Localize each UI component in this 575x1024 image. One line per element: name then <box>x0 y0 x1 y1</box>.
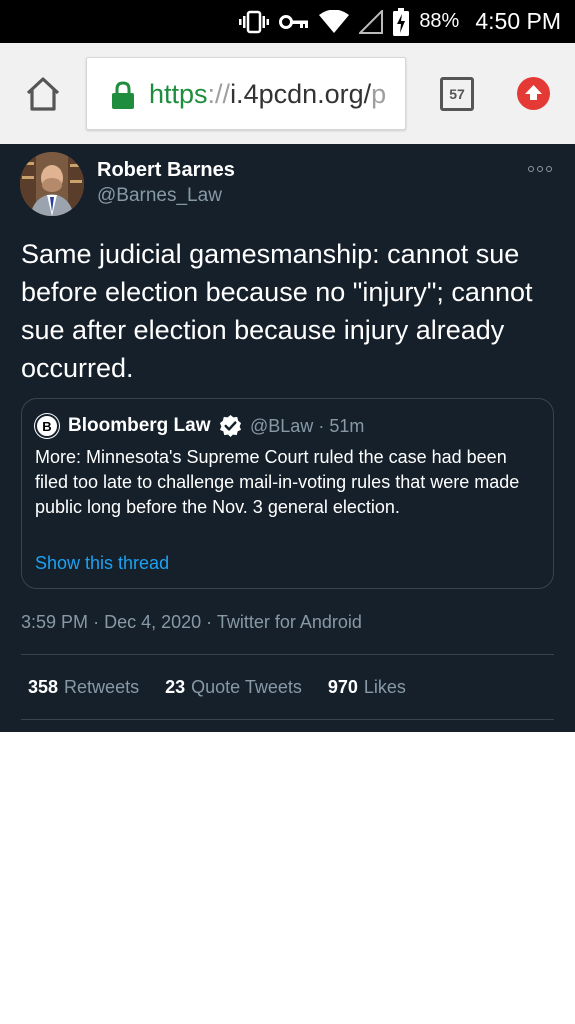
vibrate-icon <box>239 10 270 33</box>
quote-tweets-count: 23 <box>165 677 186 697</box>
status-bar: 88% 4:50 PM <box>0 0 575 43</box>
url-tail: p <box>371 79 387 109</box>
divider <box>21 719 554 720</box>
quote-handle: @BLaw <box>250 416 314 436</box>
tweet-stats: 358 Retweets 23 Quote Tweets 970 Likes <box>28 677 406 698</box>
quote-author-name: Bloomberg Law <box>68 415 211 436</box>
retweets-count: 358 <box>28 677 59 697</box>
likes-count: 970 <box>327 677 358 697</box>
quoted-tweet[interactable]: B Bloomberg Law @BLaw · 51m More: Minnes… <box>21 398 554 589</box>
meta-separator: · <box>93 612 100 632</box>
retweets-stat[interactable]: 358 Retweets <box>28 677 139 698</box>
quote-avatar: B <box>35 414 59 438</box>
avatar[interactable] <box>20 152 84 216</box>
profile-photo-icon <box>20 152 84 216</box>
update-button[interactable] <box>517 77 550 110</box>
quote-meta: @BLaw · 51m <box>250 416 364 437</box>
home-icon <box>26 77 60 111</box>
lock-icon <box>112 81 134 109</box>
author-name[interactable]: Robert Barnes <box>97 159 235 182</box>
show-thread-link[interactable]: Show this thread <box>35 553 169 574</box>
battery-percentage: 88% <box>419 10 460 32</box>
quote-dot: · <box>318 416 325 436</box>
tweet-text: Same judicial gamesmanship: cannot sue b… <box>21 239 533 383</box>
browser-toolbar: https://i.4pcdn.org/p 57 <box>0 43 575 144</box>
status-clock: 4:50 PM <box>475 8 561 34</box>
home-button[interactable] <box>24 76 62 112</box>
quote-avatar-letter: B <box>42 418 52 434</box>
author-handle[interactable]: @Barnes_Law <box>97 185 222 207</box>
tweet-source[interactable]: Twitter for Android <box>217 612 362 632</box>
quote-tweets-label: Quote Tweets <box>191 677 302 697</box>
likes-label: Likes <box>363 677 406 697</box>
url-text[interactable]: https://i.4pcdn.org/p <box>149 79 395 110</box>
battery-charging-icon <box>393 7 410 36</box>
url-separator: :// <box>207 79 231 109</box>
signal-icon <box>359 9 384 34</box>
quote-text: More: Minnesota's Supreme Court ruled th… <box>35 447 520 517</box>
vpn-key-icon <box>279 14 309 29</box>
update-icon <box>525 85 542 100</box>
verified-badge-icon <box>219 414 242 437</box>
status-icons: 88% 4:50 PM <box>239 0 561 43</box>
quote-age: 51m <box>329 416 365 436</box>
url-scheme: https <box>149 79 208 109</box>
wifi-icon <box>319 9 350 33</box>
tab-count: 57 <box>449 86 465 102</box>
url-host: i.4pcdn.org/ <box>230 79 372 109</box>
address-bar[interactable]: https://i.4pcdn.org/p <box>86 57 406 130</box>
tabs-icon[interactable]: 57 <box>440 77 474 111</box>
tweet-time[interactable]: 3:59 PM <box>21 612 88 632</box>
tweet-timestamp: 3:59 PM · Dec 4, 2020 · Twitter for Andr… <box>21 612 362 633</box>
quote-tweets-stat[interactable]: 23 Quote Tweets <box>165 677 302 698</box>
meta-separator: · <box>206 612 213 632</box>
likes-stat[interactable]: 970 Likes <box>328 677 406 698</box>
divider <box>21 654 554 655</box>
more-options-icon[interactable] <box>528 162 558 176</box>
tweet-date[interactable]: Dec 4, 2020 <box>104 612 201 632</box>
tweet-card: Robert Barnes @Barnes_Law Same judicial … <box>0 144 575 732</box>
retweets-label: Retweets <box>64 677 140 697</box>
